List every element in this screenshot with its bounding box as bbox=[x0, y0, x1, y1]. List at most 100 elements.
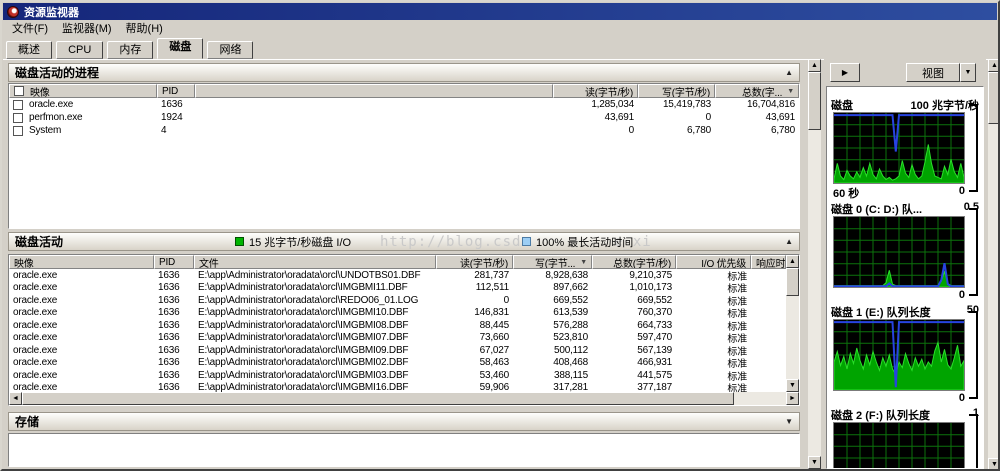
scroll-up-button[interactable]: ▲ bbox=[988, 59, 998, 72]
column-write[interactable]: 写(字节... ▼ bbox=[513, 255, 592, 269]
cell-pid: 1636 bbox=[158, 369, 180, 381]
section-header-storage[interactable]: 存储 ▼ bbox=[8, 412, 800, 431]
row-checkbox[interactable] bbox=[13, 99, 23, 110]
column-file[interactable]: 文件 bbox=[194, 255, 436, 269]
cell-total: 669,552 bbox=[637, 294, 672, 306]
column-total[interactable]: 总数(字节/秒) bbox=[592, 255, 676, 269]
menu-file[interactable]: 文件(F) bbox=[5, 19, 55, 37]
table-row[interactable]: oracle.exe 1636 1,285,034 15,419,783 16,704,… bbox=[9, 98, 799, 111]
table-row[interactable]: oracle.exe 1636 E:\app\Administrator\orada… bbox=[9, 319, 786, 333]
graphs-panel: ▶ 视图 ▼ 磁盘 100 兆字节/秒 60 秒 0 磁盘 0 (C: D:) … bbox=[824, 59, 986, 469]
column-read[interactable]: 读(字节/秒) bbox=[553, 84, 638, 98]
table-row[interactable]: oracle.exe 1636 E:\app\Administrator\orada… bbox=[9, 369, 786, 383]
scroll-left-button[interactable]: ◄ bbox=[9, 392, 22, 405]
activity-table-body: oracle.exe 1636 E:\app\Administrator\orada… bbox=[9, 269, 786, 396]
view-dropdown-button[interactable]: ▼ bbox=[960, 63, 976, 82]
column-image[interactable]: 映像 bbox=[9, 255, 154, 269]
scroll-thumb[interactable] bbox=[22, 392, 734, 405]
cell-file: E:\app\Administrator\oradata\orcl\REDO06… bbox=[198, 294, 419, 306]
scroll-down-button[interactable]: ▼ bbox=[808, 456, 821, 469]
scroll-down-button[interactable]: ▼ bbox=[988, 458, 998, 469]
table-row[interactable]: oracle.exe 1636 E:\app\Administrator\orada… bbox=[9, 282, 786, 295]
cell-read: 146,831 bbox=[474, 307, 509, 319]
cell-read: 67,027 bbox=[479, 344, 510, 356]
collapse-up-icon[interactable]: ▲ bbox=[785, 237, 793, 246]
menu-monitor[interactable]: 监视器(M) bbox=[55, 19, 119, 37]
chart-title: 磁盘 1 (E:) 队列长度 bbox=[831, 307, 931, 319]
activity-table: 映像 PID 文件 读(字节/秒) 写(字节... ▼ 总数(字节/秒) I/O … bbox=[8, 254, 800, 406]
collapse-up-icon[interactable]: ▲ bbox=[785, 68, 793, 77]
row-checkbox[interactable] bbox=[13, 125, 23, 136]
cell-image: System bbox=[9, 125, 157, 136]
column-image[interactable]: 映像 bbox=[9, 84, 157, 98]
title-bar[interactable]: 资源监视器 bbox=[3, 3, 997, 20]
table-row[interactable]: oracle.exe 1636 E:\app\Administrator\orada… bbox=[9, 344, 786, 358]
legend-active-time: 100% 最长活动时间 bbox=[522, 233, 633, 250]
scroll-down-button[interactable]: ▼ bbox=[786, 379, 799, 392]
scroll-up-button[interactable]: ▲ bbox=[808, 59, 821, 72]
scroll-up-button[interactable]: ▲ bbox=[786, 255, 799, 268]
cell-read: 73,660 bbox=[479, 332, 510, 344]
table-row[interactable]: System 4 0 6,780 6,780 bbox=[9, 124, 799, 137]
table-row[interactable]: oracle.exe 1636 E:\app\Administrator\orada… bbox=[9, 357, 786, 370]
main-vscrollbar[interactable]: ▲ ▼ bbox=[808, 59, 821, 469]
menu-help[interactable]: 帮助(H) bbox=[119, 19, 170, 37]
activity-table-vscrollbar[interactable]: ▲ ▼ bbox=[786, 255, 799, 392]
cell-total: 9,210,375 bbox=[629, 269, 672, 281]
cell-total: 6,780 bbox=[770, 125, 795, 136]
cell-pid: 1636 bbox=[158, 357, 180, 369]
table-row[interactable]: perfmon.exe 1924 43,691 0 43,691 bbox=[9, 111, 799, 124]
cell-pid: 1636 bbox=[158, 319, 180, 331]
tab-disk[interactable]: 磁盘 bbox=[157, 38, 204, 59]
cell-file: E:\app\Administrator\oradata\orcl\IMGBMI… bbox=[198, 369, 409, 381]
section-title: 磁盘活动的进程 bbox=[15, 66, 100, 80]
activity-table-hscrollbar[interactable]: ◄ ► bbox=[9, 392, 799, 405]
watermark-text: http://blog.csd bbox=[380, 234, 522, 250]
tab-overview[interactable]: 概述 bbox=[6, 41, 52, 59]
tab-cpu[interactable]: CPU bbox=[56, 41, 104, 59]
panel-vscrollbar[interactable]: ▲ ▼ bbox=[988, 59, 998, 469]
activity-table-header: 映像 PID 文件 读(字节/秒) 写(字节... ▼ 总数(字节/秒) I/O … bbox=[9, 255, 786, 269]
select-all-checkbox[interactable] bbox=[14, 86, 24, 96]
cell-read: 0 bbox=[628, 125, 635, 136]
scroll-right-button[interactable]: ► bbox=[786, 392, 799, 405]
scale-bracket bbox=[969, 311, 978, 399]
column-pid[interactable]: PID bbox=[157, 84, 195, 98]
chart-canvas bbox=[833, 422, 965, 468]
section-title: 存储 bbox=[15, 415, 40, 429]
scroll-thumb[interactable] bbox=[786, 268, 799, 296]
table-row[interactable]: oracle.exe 1636 E:\app\Administrator\orada… bbox=[9, 294, 786, 308]
tab-memory[interactable]: 内存 bbox=[107, 41, 154, 59]
tab-network[interactable]: 网络 bbox=[207, 41, 254, 59]
cell-pid: 1636 bbox=[158, 332, 180, 344]
column-pid[interactable]: PID bbox=[154, 255, 194, 269]
table-row[interactable]: oracle.exe 1636 E:\app\Administrator\orada… bbox=[9, 269, 786, 283]
chart-x-label: 60 秒 bbox=[833, 188, 860, 200]
table-row[interactable]: oracle.exe 1636 E:\app\Administrator\orada… bbox=[9, 307, 786, 320]
scroll-thumb[interactable] bbox=[808, 72, 821, 130]
column-read[interactable]: 读(字节/秒) bbox=[436, 255, 513, 269]
cell-read: 281,737 bbox=[474, 269, 509, 281]
cell-read: 53,460 bbox=[479, 369, 510, 381]
cell-total: 1,010,173 bbox=[629, 282, 672, 294]
view-button[interactable]: 视图 bbox=[906, 63, 960, 82]
cell-image: oracle.exe bbox=[9, 99, 157, 110]
chart-min-label: 0 bbox=[958, 392, 965, 404]
column-response-time[interactable]: 响应时间 bbox=[751, 255, 786, 269]
table-row[interactable]: oracle.exe 1636 E:\app\Administrator\orada… bbox=[9, 332, 786, 345]
column-total[interactable]: 总数(字... ▼ bbox=[715, 84, 799, 98]
scroll-thumb[interactable] bbox=[988, 72, 998, 124]
section-header-disk-processes[interactable]: 磁盘活动的进程 ▲ bbox=[8, 63, 800, 82]
chart-canvas bbox=[833, 216, 965, 288]
chart-canvas bbox=[833, 112, 965, 184]
row-checkbox[interactable] bbox=[13, 112, 23, 123]
column-write[interactable]: 写(字节/秒) bbox=[638, 84, 715, 98]
chart-disk0-queue: 磁盘 0 (C: D:) 队... 0.5 0 bbox=[829, 201, 981, 302]
panel-collapse-button[interactable]: ▶ bbox=[830, 63, 860, 82]
chart-disk2-queue: 磁盘 2 (F:) 队列长度 1 bbox=[829, 407, 981, 468]
chart-title: 磁盘 bbox=[831, 100, 853, 112]
scale-bracket bbox=[969, 208, 978, 296]
section-header-disk-activity[interactable]: 磁盘活动 http://blog.csd e_xi 15 兆字节/秒磁盘 I/O… bbox=[8, 232, 800, 251]
cell-pid: 1636 bbox=[161, 99, 183, 110]
collapse-down-icon[interactable]: ▼ bbox=[785, 417, 793, 426]
